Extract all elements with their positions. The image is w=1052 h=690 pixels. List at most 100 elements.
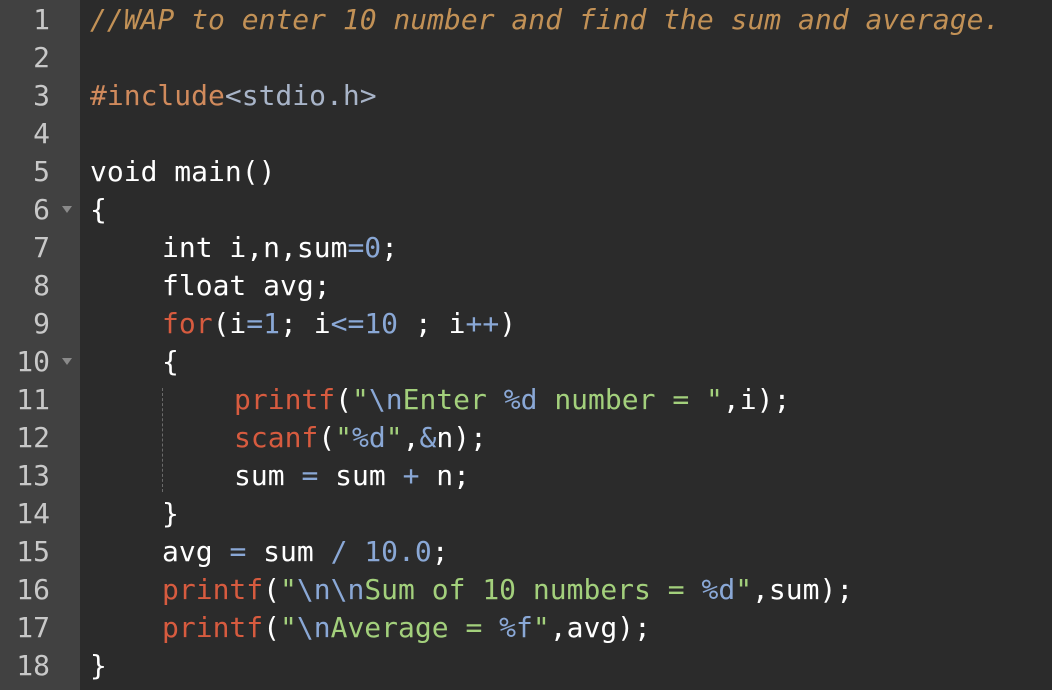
code-token-escape: \n\n bbox=[296, 573, 365, 606]
gutter-line: 7 bbox=[0, 229, 80, 267]
gutter-line: 6 bbox=[0, 191, 80, 229]
code-token-plain: sum bbox=[318, 459, 403, 492]
code-token-plain: ,i); bbox=[722, 383, 791, 416]
line-number: 6 bbox=[33, 193, 50, 226]
line-number: 16 bbox=[16, 573, 50, 606]
gutter-line: 5 bbox=[0, 153, 80, 191]
code-line[interactable]: avg = sum / 10.0; bbox=[162, 533, 449, 571]
code-token-format: %d bbox=[352, 421, 386, 454]
code-token-plain: n; bbox=[419, 459, 471, 492]
line-number: 11 bbox=[16, 383, 50, 416]
code-editor[interactable]: 1 2 3 4 5 6 7 8 9 10 11 12 13 14 15 16 17 18 //WAP to ent… bbox=[0, 0, 1052, 690]
fold-arrow-icon[interactable] bbox=[62, 206, 72, 213]
code-line[interactable]: } bbox=[90, 647, 107, 685]
code-token-number: 10.0 bbox=[364, 535, 432, 568]
code-token-escape: \n bbox=[296, 611, 331, 644]
code-token-operator: = bbox=[301, 459, 319, 492]
code-line[interactable]: printf("\nEnter %d number = ",i); bbox=[234, 381, 790, 419]
code-line[interactable]: sum = sum + n; bbox=[234, 457, 470, 495]
code-line[interactable]: printf("\nAverage = %f",avg); bbox=[162, 609, 651, 647]
code-token-plain: void main() bbox=[90, 155, 276, 188]
fold-arrow-icon[interactable] bbox=[62, 358, 72, 365]
line-number: 15 bbox=[16, 535, 50, 568]
code-token-string: Enter bbox=[402, 383, 504, 416]
code-token-directive: #include bbox=[90, 79, 225, 112]
code-token-plain: ) bbox=[499, 307, 517, 340]
code-line[interactable]: printf("\n\nSum of 10 numbers = %d",sum)… bbox=[162, 571, 853, 609]
code-token-number: 10 bbox=[364, 307, 399, 340]
code-token-string: " bbox=[735, 573, 753, 606]
code-token-string: " bbox=[352, 383, 369, 416]
code-token-operator: <= bbox=[330, 307, 365, 340]
gutter-line: 13 bbox=[0, 457, 80, 495]
gutter-line: 8 bbox=[0, 267, 80, 305]
code-token-plain: float avg; bbox=[162, 269, 331, 302]
code-token-operator: = bbox=[229, 535, 247, 568]
code-line[interactable]: #include<stdio.h> bbox=[90, 77, 377, 115]
code-token-func: scanf bbox=[234, 421, 319, 454]
code-token-plain: ,avg); bbox=[549, 611, 651, 644]
code-token-string: " bbox=[385, 421, 403, 454]
line-number: 7 bbox=[33, 231, 50, 264]
code-token-operator: = bbox=[246, 307, 264, 340]
code-line[interactable]: float avg; bbox=[162, 267, 331, 305]
code-token-string: number = " bbox=[537, 383, 723, 416]
gutter-line: 1 bbox=[0, 1, 80, 39]
code-token-string: Average = bbox=[330, 611, 500, 644]
code-token-plain: ( bbox=[318, 421, 336, 454]
code-line[interactable]: { bbox=[90, 191, 107, 229]
line-number: 14 bbox=[16, 497, 50, 530]
code-token-operator: ++ bbox=[465, 307, 500, 340]
code-token-plain: avg bbox=[162, 535, 230, 568]
code-token-plain: , bbox=[402, 421, 420, 454]
code-token-plain: ,sum); bbox=[752, 573, 854, 606]
code-token-escape: \n bbox=[368, 383, 403, 416]
code-token-operator: / bbox=[330, 535, 348, 568]
gutter-line: 15 bbox=[0, 533, 80, 571]
line-number: 4 bbox=[33, 117, 50, 150]
code-token-keyword: for bbox=[162, 307, 213, 340]
line-number: 18 bbox=[16, 649, 50, 682]
gutter-line: 16 bbox=[0, 571, 80, 609]
code-area[interactable]: //WAP to enter 10 number and find the su… bbox=[80, 0, 1052, 690]
gutter-line: 17 bbox=[0, 609, 80, 647]
gutter-line: 18 bbox=[0, 647, 80, 685]
line-number: 5 bbox=[33, 155, 50, 188]
code-line[interactable]: //WAP to enter 10 number and find the su… bbox=[90, 1, 1000, 39]
code-line[interactable]: scanf("%d",&n); bbox=[234, 419, 487, 457]
indent-guide bbox=[162, 388, 163, 492]
code-token-string: " bbox=[335, 421, 353, 454]
line-number: 10 bbox=[16, 345, 50, 378]
code-line[interactable]: int i,n,sum=0; bbox=[162, 229, 398, 267]
code-token-plain: ( bbox=[263, 611, 281, 644]
code-line[interactable]: } bbox=[162, 495, 179, 533]
code-token-operator: + bbox=[402, 459, 420, 492]
code-token-plain: { bbox=[162, 345, 179, 378]
code-token-string: " bbox=[532, 611, 550, 644]
code-token-plain: { bbox=[90, 193, 107, 226]
code-line[interactable]: { bbox=[162, 343, 179, 381]
gutter-line: 10 bbox=[0, 343, 80, 381]
code-token-plain: ( bbox=[263, 573, 281, 606]
line-number: 2 bbox=[33, 41, 50, 74]
code-token-plain: sum bbox=[234, 459, 302, 492]
code-token-operator: = bbox=[347, 231, 365, 264]
code-token-plain: int i,n,sum bbox=[162, 231, 348, 264]
gutter-line: 11 bbox=[0, 381, 80, 419]
code-token-plain: ; bbox=[431, 535, 449, 568]
code-token-comment: //WAP to enter 10 number and find the su… bbox=[90, 3, 1001, 36]
code-token-plain: ; i bbox=[280, 307, 331, 340]
line-number-gutter: 1 2 3 4 5 6 7 8 9 10 11 12 13 14 15 16 17 18 bbox=[0, 0, 80, 690]
line-number: 3 bbox=[33, 79, 50, 112]
code-line[interactable]: for(i=1; i<=10 ; i++) bbox=[162, 305, 516, 343]
code-token-plain: ; i bbox=[398, 307, 466, 340]
code-line[interactable]: void main() bbox=[90, 153, 275, 191]
code-token-string: " bbox=[280, 611, 297, 644]
code-token-plain: } bbox=[90, 649, 107, 682]
code-token-plain: sum bbox=[246, 535, 331, 568]
code-token-plain: } bbox=[162, 497, 179, 530]
gutter-line: 9 bbox=[0, 305, 80, 343]
line-number: 9 bbox=[33, 307, 50, 340]
code-token-plain: (i bbox=[212, 307, 247, 340]
